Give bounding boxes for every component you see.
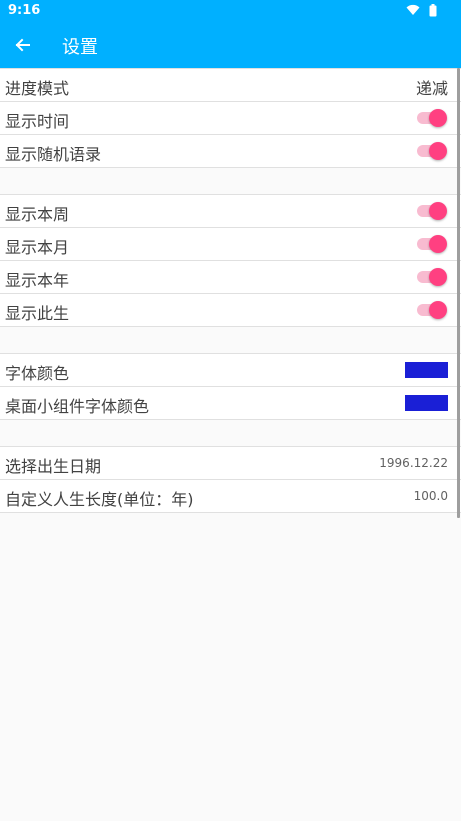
status-time: 9:16 — [8, 3, 41, 18]
settings-list: 进度模式 递减 显示时间 显示随机语录 显示本周 显示本月 显示本年 显示此生 … — [0, 68, 461, 513]
arrow-left-icon[interactable] — [12, 34, 34, 56]
page-title: 设置 — [62, 37, 98, 58]
setting-label: 字体颜色 — [5, 364, 70, 383]
battery-icon — [429, 4, 437, 17]
setting-label: 显示本年 — [5, 271, 70, 290]
setting-label: 选择出生日期 — [5, 457, 102, 476]
setting-font-color[interactable]: 字体颜色 — [0, 354, 461, 387]
birth-date-value: 1996.12.22 — [379, 456, 448, 470]
app-toolbar: 设置 — [0, 22, 461, 68]
status-bar: 9:16 — [0, 0, 461, 22]
toggle-thumb — [429, 202, 447, 220]
setting-show-week: 显示本周 — [0, 195, 461, 228]
setting-label: 显示本月 — [5, 238, 70, 257]
setting-life-length[interactable]: 自定义人生长度(单位：年) 100.0 — [0, 480, 461, 513]
widget-font-color-swatch[interactable] — [405, 395, 448, 411]
setting-label: 显示此生 — [5, 304, 70, 323]
setting-label: 进度模式 — [5, 79, 70, 98]
setting-show-year: 显示本年 — [0, 261, 461, 294]
setting-label: 显示时间 — [5, 112, 70, 131]
status-icons — [402, 4, 437, 18]
setting-label: 显示随机语录 — [5, 145, 102, 164]
setting-label: 自定义人生长度(单位：年) — [5, 490, 194, 509]
scrollbar[interactable] — [457, 68, 460, 518]
toggle-thumb — [429, 301, 447, 319]
setting-birth-date[interactable]: 选择出生日期 1996.12.22 — [0, 447, 461, 480]
setting-show-month: 显示本月 — [0, 228, 461, 261]
font-color-swatch[interactable] — [405, 362, 448, 378]
show-month-toggle[interactable] — [417, 235, 447, 253]
life-length-value: 100.0 — [413, 489, 448, 503]
setting-show-random-quote: 显示随机语录 — [0, 135, 461, 168]
setting-label: 桌面小组件字体颜色 — [5, 397, 150, 416]
wifi-icon — [406, 4, 420, 15]
toggle-thumb — [429, 109, 447, 127]
toggle-thumb — [429, 142, 447, 160]
setting-label: 显示本周 — [5, 205, 70, 224]
show-time-toggle[interactable] — [417, 109, 447, 127]
toggle-thumb — [429, 235, 447, 253]
section-divider — [0, 420, 461, 447]
show-life-toggle[interactable] — [417, 301, 447, 319]
setting-widget-font-color[interactable]: 桌面小组件字体颜色 — [0, 387, 461, 420]
setting-show-time: 显示时间 — [0, 102, 461, 135]
show-random-quote-toggle[interactable] — [417, 142, 447, 160]
setting-show-life: 显示此生 — [0, 294, 461, 327]
setting-value: 递减 — [415, 79, 448, 98]
setting-progress-mode[interactable]: 进度模式 递减 — [0, 68, 461, 102]
show-year-toggle[interactable] — [417, 268, 447, 286]
show-week-toggle[interactable] — [417, 202, 447, 220]
section-divider — [0, 168, 461, 195]
section-divider — [0, 327, 461, 354]
toggle-thumb — [429, 268, 447, 286]
